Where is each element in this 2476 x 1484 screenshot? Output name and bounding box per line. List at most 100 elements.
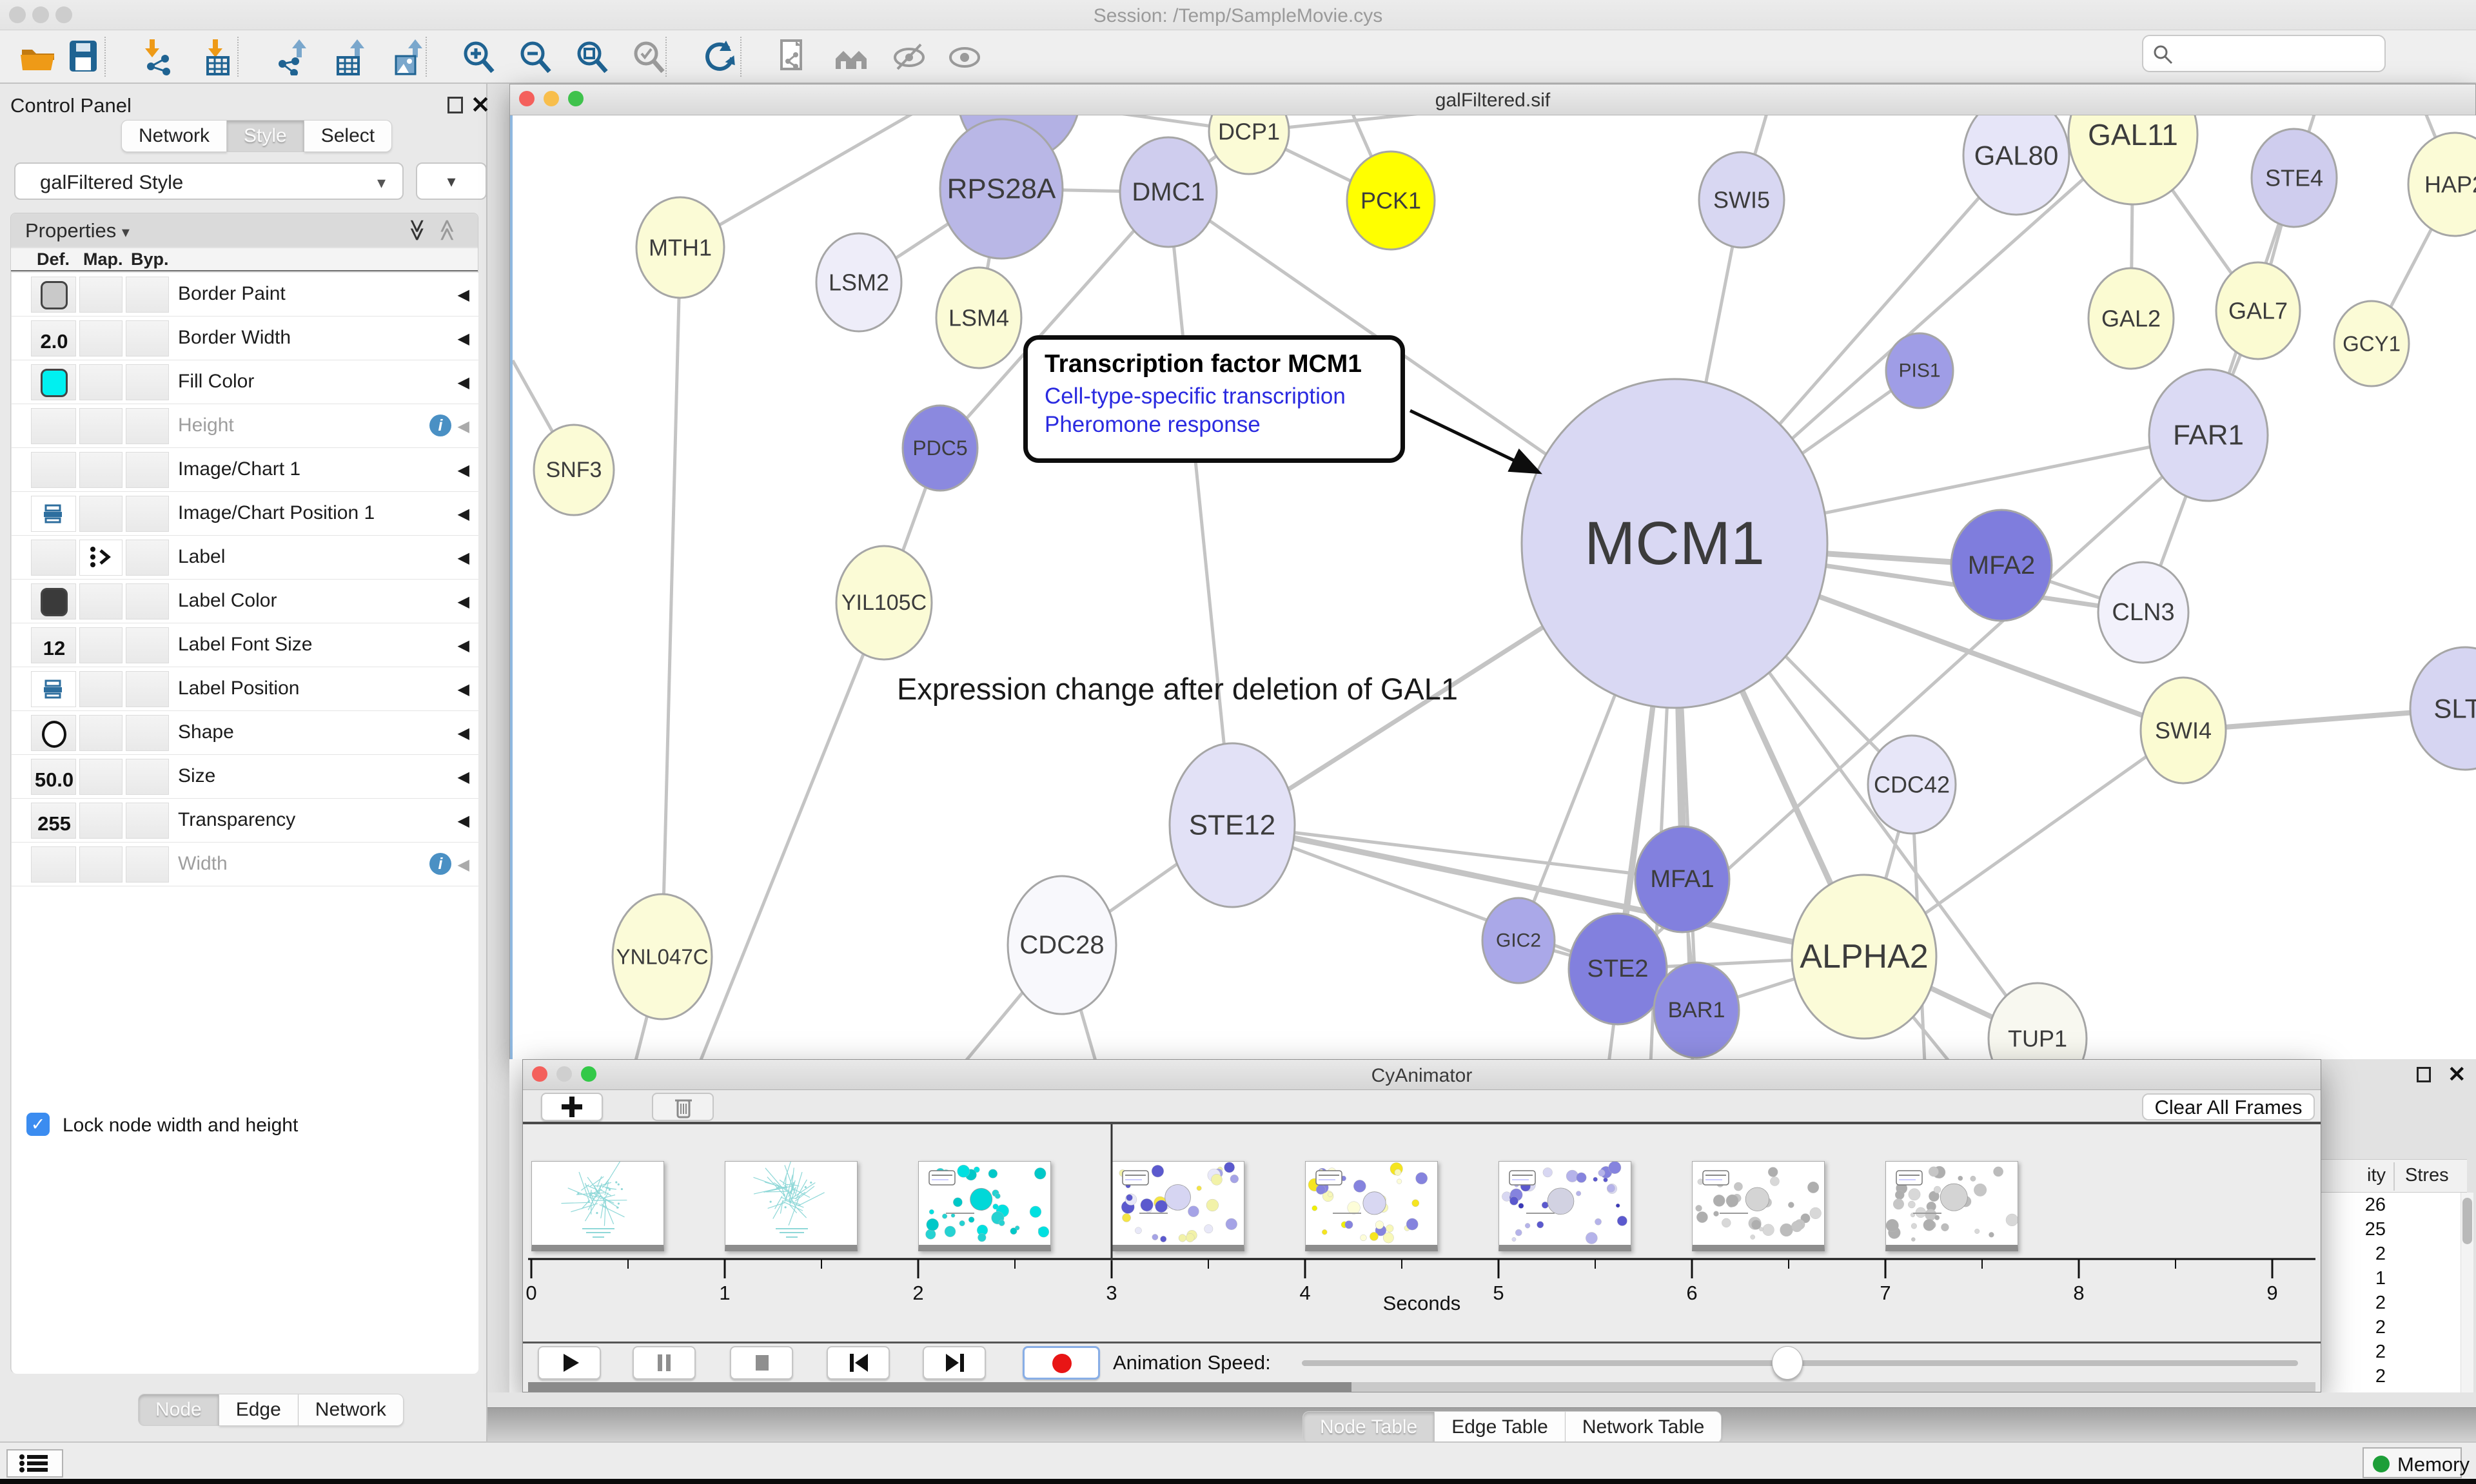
tab-network-table[interactable]: Network Table xyxy=(1566,1411,1722,1443)
network-node-pdc5[interactable]: PDC5 xyxy=(903,405,978,491)
property-row-label[interactable]: Label◀ xyxy=(12,536,478,580)
mapping-cell[interactable] xyxy=(79,496,123,532)
network-node-gal11[interactable]: GAL11 xyxy=(2068,115,2197,204)
property-row-width[interactable]: Widthi◀ xyxy=(12,843,478,886)
bypass-cell[interactable] xyxy=(126,803,169,839)
mapping-cell[interactable] xyxy=(79,364,123,400)
default-value-cell[interactable] xyxy=(31,540,76,576)
mapping-cell[interactable] xyxy=(79,452,123,488)
first-neighbors-icon[interactable] xyxy=(833,38,872,77)
open-session-icon[interactable] xyxy=(19,38,58,77)
play-button[interactable] xyxy=(538,1346,601,1380)
network-node-pck1[interactable]: PCK1 xyxy=(1347,151,1435,249)
network-node-mth1[interactable]: MTH1 xyxy=(636,197,724,298)
collapse-all-icon[interactable]: ≫ xyxy=(434,219,460,242)
search-input[interactable] xyxy=(2142,35,2386,72)
expand-arrow-icon[interactable]: ◀ xyxy=(458,286,469,304)
property-row-border-paint[interactable]: Border Paint◀ xyxy=(12,273,478,317)
bypass-cell[interactable] xyxy=(126,759,169,795)
expand-arrow-icon[interactable]: ◀ xyxy=(458,592,469,611)
properties-header[interactable]: Properties ▾ ≫ ≫ xyxy=(11,213,478,247)
default-value-cell[interactable]: 255 xyxy=(31,803,76,839)
network-node-mfa1[interactable]: MFA1 xyxy=(1635,826,1729,932)
expand-arrow-icon[interactable]: ◀ xyxy=(458,417,469,436)
network-node-swi5[interactable]: SWI5 xyxy=(1699,152,1784,248)
default-value-cell[interactable] xyxy=(31,671,76,707)
default-value-cell[interactable] xyxy=(31,846,76,883)
mapping-cell[interactable] xyxy=(79,320,123,356)
import-table-icon[interactable] xyxy=(199,38,237,77)
bypass-cell[interactable] xyxy=(126,583,169,620)
tab-network[interactable]: Network xyxy=(299,1394,404,1426)
color-swatch[interactable] xyxy=(41,281,68,309)
network-node-bar1[interactable]: BAR1 xyxy=(1654,962,1739,1058)
previous-frame-button[interactable] xyxy=(827,1346,890,1380)
bypass-cell[interactable] xyxy=(126,364,169,400)
bypass-cell[interactable] xyxy=(126,540,169,576)
property-row-label-font-size[interactable]: 12Label Font Size◀ xyxy=(12,623,478,667)
network-node-gal2[interactable]: GAL2 xyxy=(2088,268,2174,369)
table-cell-value[interactable]: 2 xyxy=(2321,1364,2386,1389)
scrollbar-thumb[interactable] xyxy=(528,1382,1351,1392)
mapping-cell[interactable] xyxy=(79,540,123,576)
default-value-cell[interactable]: 2.0 xyxy=(31,320,76,356)
capture-frame-button[interactable] xyxy=(541,1093,603,1121)
network-node-pis1[interactable]: PIS1 xyxy=(1886,333,1953,408)
expand-arrow-icon[interactable]: ◀ xyxy=(458,812,469,830)
slider-thumb[interactable] xyxy=(1772,1346,1803,1380)
stop-button[interactable] xyxy=(730,1346,793,1380)
zoom-in-icon[interactable] xyxy=(460,38,499,77)
tab-edge[interactable]: Edge xyxy=(219,1394,299,1426)
default-value-cell[interactable] xyxy=(31,715,76,751)
mapping-cell[interactable] xyxy=(79,277,123,313)
float-panel-icon[interactable] xyxy=(2417,1067,2431,1082)
table-cell-value[interactable]: 2 xyxy=(2321,1242,2386,1266)
hide-selected-icon[interactable] xyxy=(891,38,930,77)
property-row-label-color[interactable]: Label Color◀ xyxy=(12,580,478,623)
expand-arrow-icon[interactable]: ◀ xyxy=(458,329,469,348)
network-node-rps28a[interactable]: RPS28A xyxy=(940,119,1063,259)
bypass-cell[interactable] xyxy=(126,320,169,356)
bypass-cell[interactable] xyxy=(126,715,169,751)
property-row-image-chart-position-1[interactable]: Image/Chart Position 1◀ xyxy=(12,492,478,536)
table-cell-value[interactable]: 25 xyxy=(2321,1217,2386,1242)
network-node-lsm4[interactable]: LSM4 xyxy=(936,268,1021,368)
tab-edge-table[interactable]: Edge Table xyxy=(1435,1411,1566,1443)
lock-checkbox[interactable]: ✓ xyxy=(26,1113,50,1136)
style-options-button[interactable]: ▾ xyxy=(416,162,487,200)
network-node-mcm1[interactable]: MCM1 xyxy=(1522,379,1827,708)
network-node-cdc28[interactable]: CDC28 xyxy=(1008,876,1116,1014)
default-value-cell[interactable] xyxy=(31,496,76,532)
table-cell-value[interactable]: 2 xyxy=(2321,1291,2386,1315)
table-cell-value[interactable]: 2 xyxy=(2321,1340,2386,1364)
export-image-icon[interactable] xyxy=(389,38,428,77)
annotation-link[interactable]: Pheromone response xyxy=(1045,412,1384,438)
default-value-cell[interactable] xyxy=(31,364,76,400)
network-node-swi4[interactable]: SWI4 xyxy=(2141,678,2226,783)
table-cell-value[interactable]: 1 xyxy=(2321,1266,2386,1291)
property-row-height[interactable]: Heighti◀ xyxy=(12,404,478,448)
network-node-cdc42[interactable]: CDC42 xyxy=(1868,736,1956,834)
property-row-fill-color[interactable]: Fill Color◀ xyxy=(12,360,478,404)
zoom-fit-icon[interactable] xyxy=(574,38,613,77)
expand-all-icon[interactable]: ≫ xyxy=(404,219,430,242)
color-swatch[interactable] xyxy=(41,588,68,616)
export-table-icon[interactable] xyxy=(331,38,370,77)
mapping-cell[interactable] xyxy=(79,408,123,444)
bypass-cell[interactable] xyxy=(126,408,169,444)
mapping-cell[interactable] xyxy=(79,846,123,883)
network-node-ynl047c[interactable]: YNL047C xyxy=(613,894,712,1019)
network-node-lsm2[interactable]: LSM2 xyxy=(816,233,901,331)
info-icon[interactable]: i xyxy=(429,415,451,436)
network-node-dmc1[interactable]: DMC1 xyxy=(1120,137,1217,247)
property-row-image-chart-1[interactable]: Image/Chart 1◀ xyxy=(12,448,478,492)
property-row-label-position[interactable]: Label Position◀ xyxy=(12,667,478,711)
annotation-box[interactable]: Transcription factor MCM1 Cell-type-spec… xyxy=(1023,335,1405,463)
close-panel-icon[interactable]: ✕ xyxy=(2448,1062,2466,1088)
import-network-icon[interactable] xyxy=(141,38,179,77)
export-network-icon[interactable] xyxy=(273,38,312,77)
annotation-link[interactable]: Cell-type-specific transcription xyxy=(1045,384,1384,409)
network-node-gic2[interactable]: GIC2 xyxy=(1482,898,1555,983)
next-frame-button[interactable] xyxy=(923,1346,986,1380)
bypass-cell[interactable] xyxy=(126,496,169,532)
